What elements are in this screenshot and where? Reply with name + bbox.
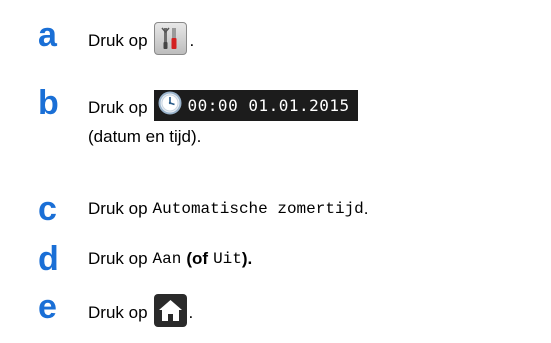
step-letter-e: e (38, 288, 57, 326)
step-b-line2: (datum en tijd). (88, 127, 202, 146)
step-b-instruction: Druk op 00:00 01.01.2015 (88, 90, 358, 123)
step-letter-c: c (38, 190, 57, 228)
step-c-instruction: Druk op Automatische zomertijd . (88, 198, 369, 220)
step-e-instruction: Druk op . (88, 294, 194, 329)
step-a: a Druk op . (0, 18, 551, 58)
step-letter-a: a (38, 16, 57, 54)
date-time-value: 00:00 01.01.2015 (187, 95, 350, 115)
step-b-text: Druk op (88, 97, 148, 117)
step-e-period: . (188, 302, 194, 322)
step-a-period: . (189, 30, 195, 50)
step-letter-b: b (38, 84, 59, 122)
step-d-close: ). (241, 249, 253, 268)
settings-tools-button[interactable] (153, 22, 187, 55)
step-c-text: Druk op (88, 199, 148, 218)
step-a-instruction: Druk op . (88, 22, 195, 57)
option-automatic-dst: Automatische zomertijd (152, 200, 364, 218)
step-d-or: (of (186, 249, 209, 268)
option-on: Aan (152, 250, 182, 268)
step-c-period: . (363, 199, 369, 218)
step-a-text: Druk op (88, 30, 148, 50)
home-button[interactable] (153, 294, 187, 327)
date-time-button[interactable]: 00:00 01.01.2015 (153, 90, 358, 121)
step-e-text: Druk op (88, 302, 148, 322)
step-c: c Druk op Automatische zomertijd . (0, 192, 551, 232)
clock-icon (158, 91, 182, 121)
step-letter-d: d (38, 240, 59, 278)
step-d: d Druk op Aan (of Uit ). (0, 242, 551, 282)
option-off: Uit (213, 250, 242, 268)
step-d-instruction: Druk op Aan (of Uit ). (88, 248, 252, 270)
step-e: e Druk op . (0, 290, 551, 330)
step-b: b Druk op 00:00 01.01.2015 (datum en tij… (0, 86, 551, 166)
step-d-text: Druk op (88, 249, 148, 268)
